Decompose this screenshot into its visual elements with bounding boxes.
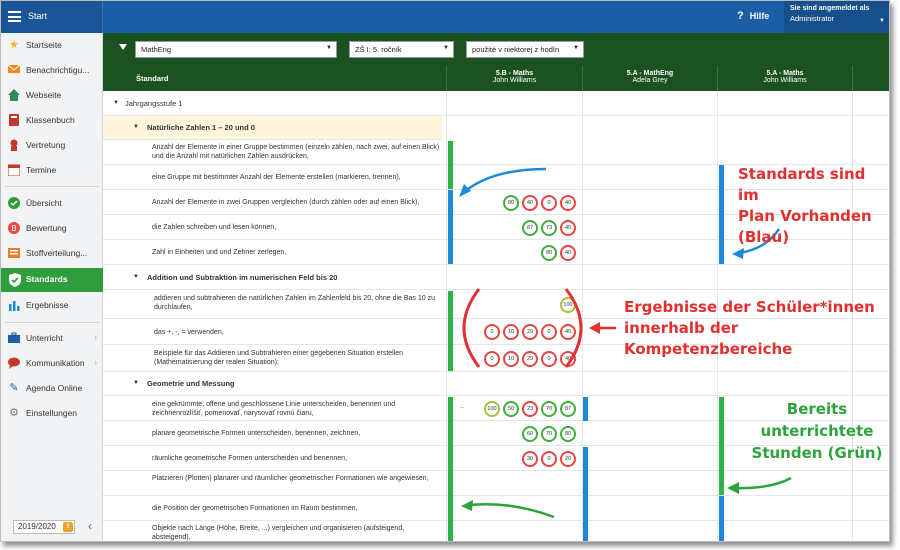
green-arrow xyxy=(734,476,792,490)
annotation-line: Kompetenzbereiche xyxy=(624,340,793,358)
annotation-line: Plan Vorhanden xyxy=(738,207,872,225)
green-arrow-head xyxy=(461,500,473,511)
annotation-line: unterrichtete xyxy=(760,422,874,440)
green-arrow xyxy=(468,502,555,519)
annotation-blue-text: Standards sind im Plan Vorhanden (Blau) xyxy=(738,164,889,248)
annotation-line: Bereits xyxy=(786,400,848,418)
app-window: Start ? Hilfe Sie sind angemeldet als Adm… xyxy=(0,0,890,542)
blue-arrow-head xyxy=(732,248,744,259)
blue-arrow xyxy=(462,167,547,194)
left-bracket xyxy=(462,288,481,368)
annotation-red-text: Ergebnisse der Schüler*innen innerhalb d… xyxy=(624,297,875,360)
annotation-line: Standards sind im xyxy=(738,165,866,204)
right-bracket xyxy=(564,288,583,368)
annotation-line: Stunden (Grün) xyxy=(751,444,883,462)
annotation-line: (Blau) xyxy=(738,228,790,246)
annotation-line: innerhalb der xyxy=(624,319,739,337)
red-arrow-head xyxy=(589,322,600,334)
blue-arrow-head xyxy=(459,184,471,197)
annotation-green-text: Bereits unterrichtete Stunden (Grün) xyxy=(747,398,887,464)
annotation-line: Ergebnisse der Schüler*innen xyxy=(624,298,875,316)
green-arrow-head xyxy=(727,482,739,494)
